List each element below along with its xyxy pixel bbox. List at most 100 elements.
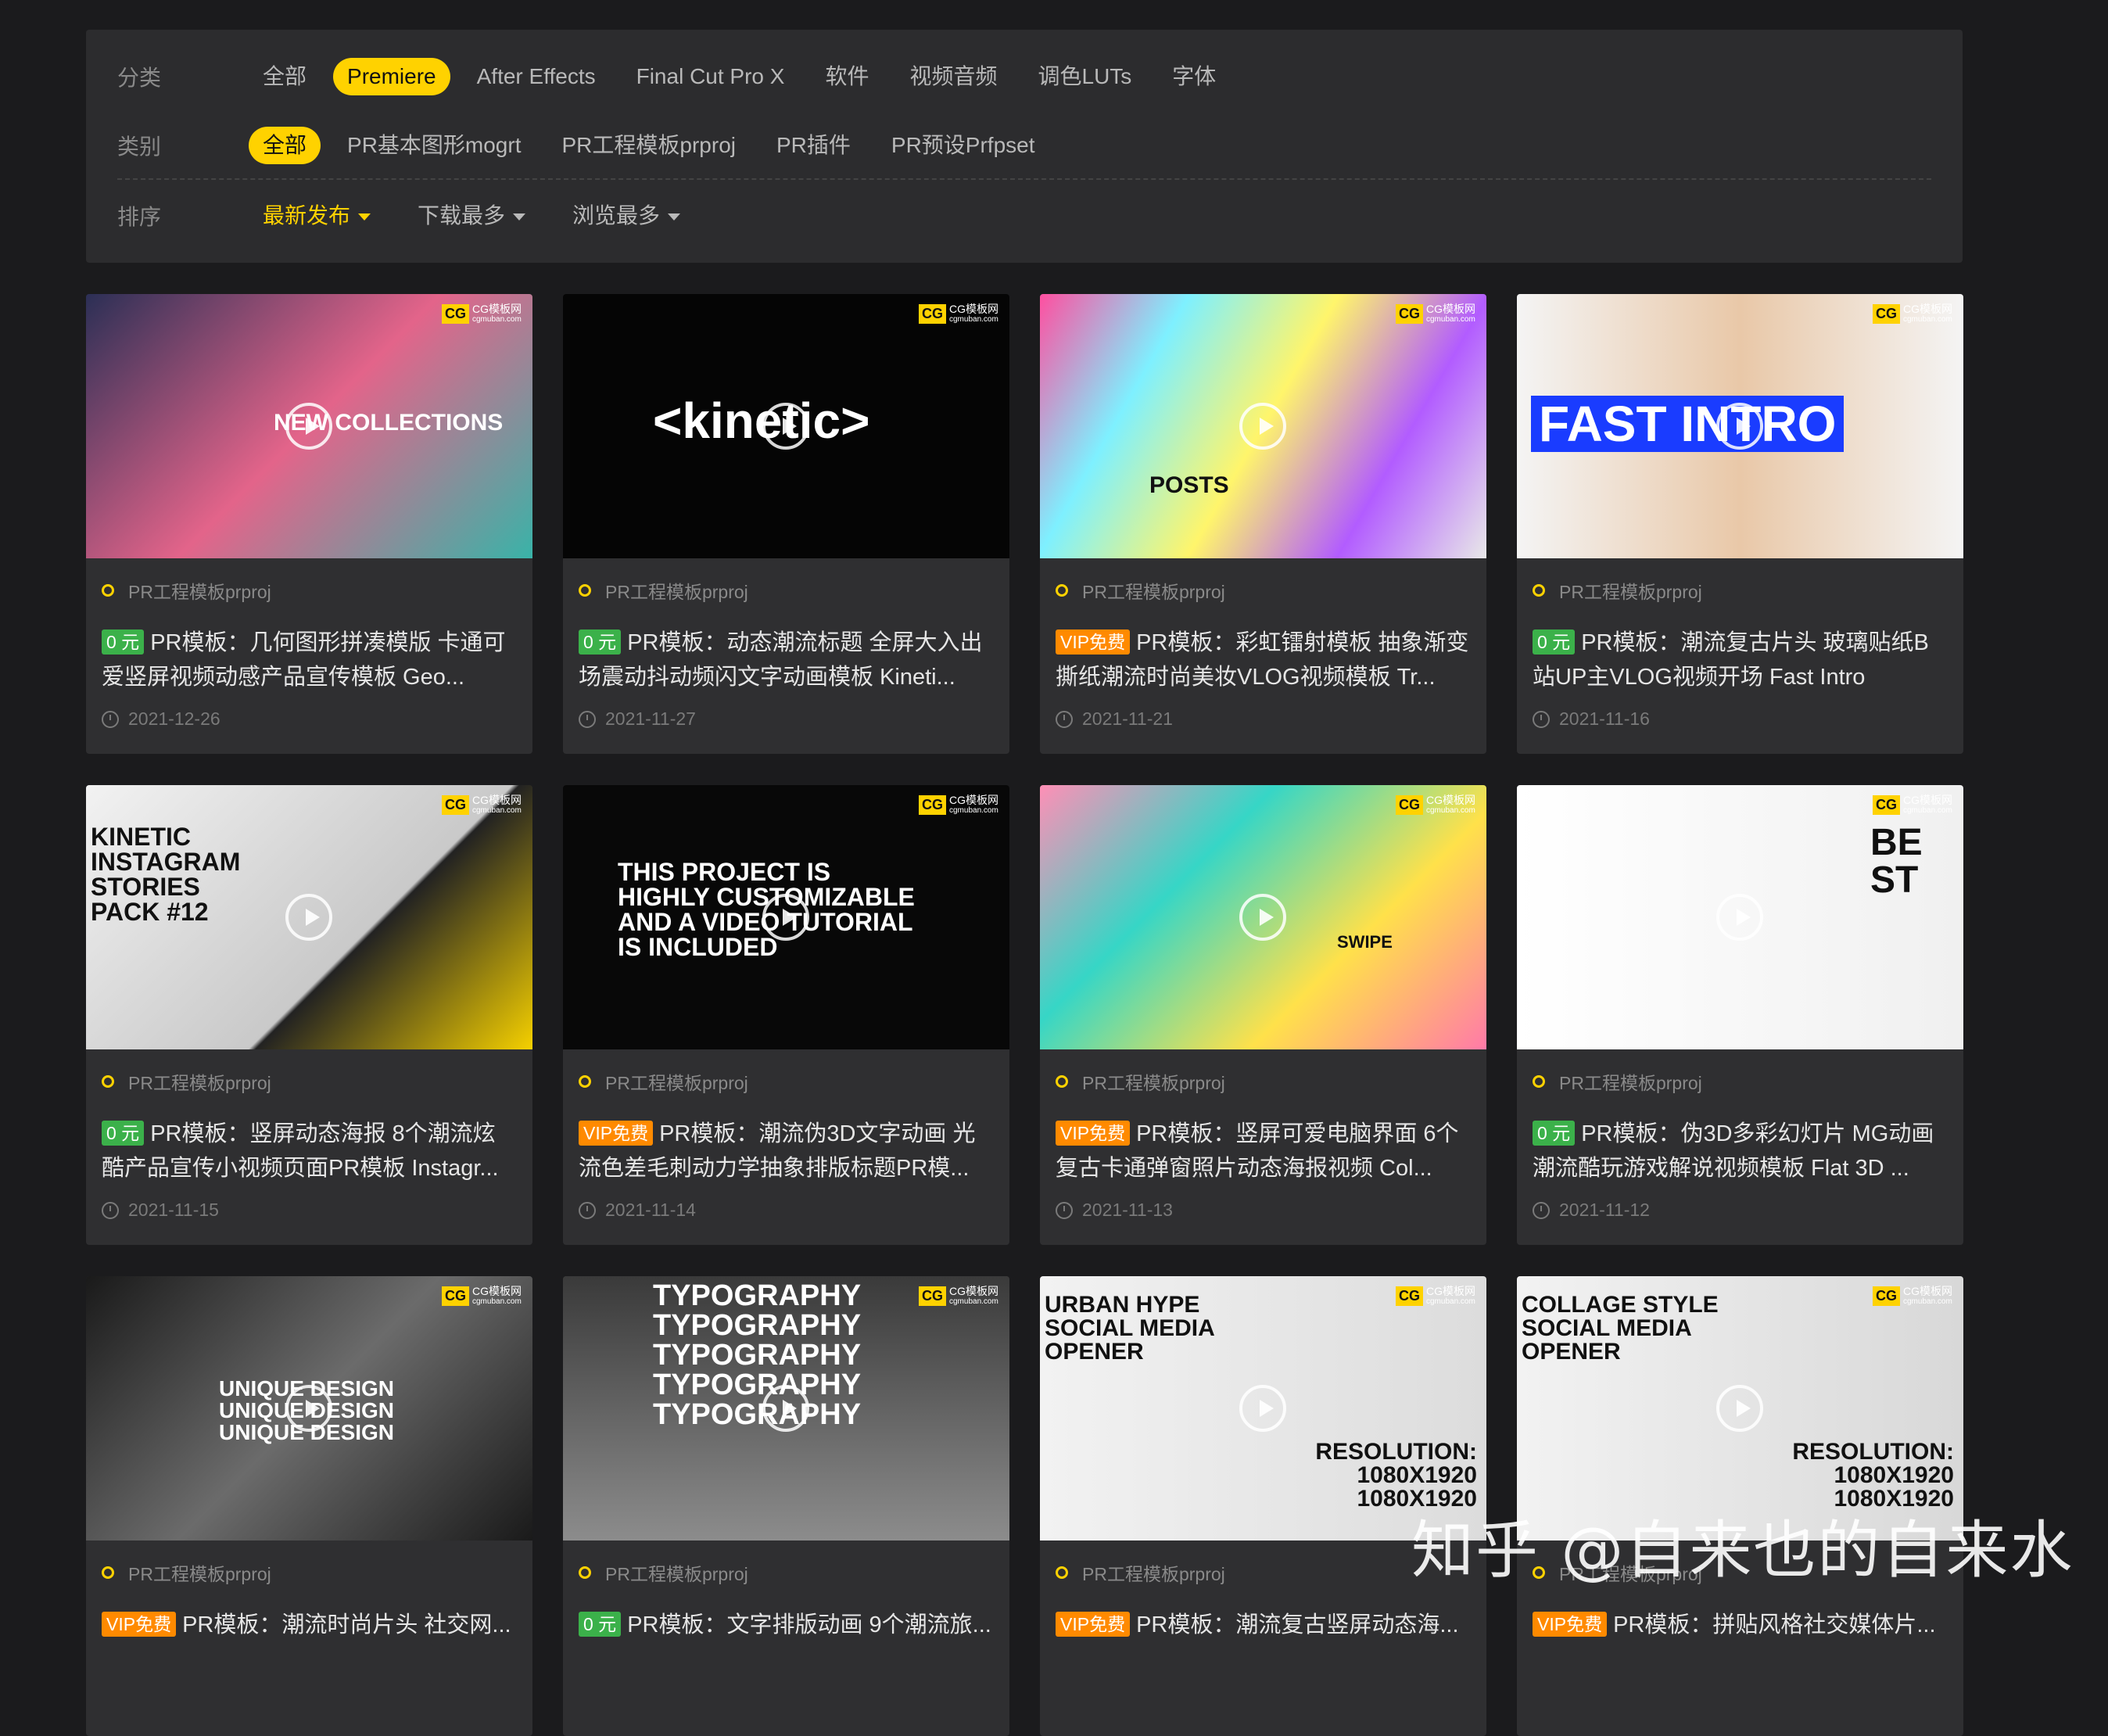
- type-option-4[interactable]: PR预设Prfpset: [877, 127, 1049, 164]
- card-title[interactable]: 0 元 PR模板：动态潮流标题 全屏大入出场震动抖动频闪文字动画模板 Kineti…: [579, 626, 993, 694]
- template-thumbnail[interactable]: <kinetic> CG CG模板网 cgmuban.com: [563, 294, 1009, 558]
- card-title[interactable]: 0 元 PR模板：几何图形拼凑模版 卡通可爱竖屏视频动感产品宣传模板 Geo...: [102, 626, 516, 694]
- logo-mark: CG: [1873, 1286, 1900, 1306]
- card-category[interactable]: PR工程模板prproj: [102, 1559, 271, 1586]
- template-card[interactable]: KINETIC INSTAGRAM STORIES PACK #12 CG CG模板…: [86, 785, 532, 1245]
- template-thumbnail[interactable]: THIS PROJECT IS HIGHLY CUSTOMIZABLE AND …: [563, 785, 1009, 1049]
- category-option-1[interactable]: Premiere: [333, 58, 450, 95]
- template-card[interactable]: FAST INTROFAST INTROCGCG模板网cgmuban.com PR…: [1517, 294, 1963, 754]
- card-title[interactable]: 0 元 PR模板：文字排版动画 9个潮流旅...: [579, 1608, 993, 1677]
- type-option-1[interactable]: PR基本图形mogrt: [333, 127, 535, 164]
- play-icon[interactable]: [285, 403, 332, 450]
- template-thumbnail[interactable]: TYPOGRAPHY TYPOGRAPHY TYPOGRAPHY TYPOGRA…: [563, 1276, 1009, 1541]
- category-option-6[interactable]: 调色LUTs: [1024, 58, 1146, 95]
- category-option-3[interactable]: Final Cut Pro X: [622, 58, 799, 95]
- template-card[interactable]: NEW COLLECTIONS CG CG模板网 cgmuban.com PR工程模板p…: [86, 294, 532, 754]
- card-title[interactable]: VIP免费 PR模板：竖屏可爱电脑界面 6个复古卡通弹窗照片动态海报视频 Col.…: [1056, 1117, 1470, 1185]
- logo-mark: CG: [442, 794, 469, 815]
- category-option-4[interactable]: 软件: [811, 58, 883, 95]
- watermark: 知乎 @自来也的自来水: [1411, 1514, 2074, 1587]
- template-thumbnail[interactable]: BE ST CG CG模板网 cgmuban.com: [1517, 785, 1963, 1049]
- card-category[interactable]: PR工程模板prproj: [579, 577, 748, 604]
- card-category[interactable]: PR工程模板prproj: [1056, 1068, 1225, 1095]
- play-icon[interactable]: [1239, 894, 1286, 941]
- category-options: 全部 Premiere After Effects Final Cut Pro X 软件…: [249, 58, 1242, 95]
- card-category[interactable]: PR工程模板prproj: [579, 1068, 748, 1095]
- category-label: PR工程模板prproj: [605, 1073, 748, 1093]
- logo-text: CG模板网 cgmuban.com: [1903, 794, 1952, 815]
- card-title[interactable]: VIP免费 PR模板：潮流伪3D文字动画 光流色差毛刺动力学抽象排版标题PR模..…: [579, 1117, 993, 1185]
- card-title[interactable]: 0 元 PR模板：潮流复古片头 玻璃贴纸B站UP主VLOG视频开场 Fast In…: [1533, 626, 1947, 694]
- play-icon[interactable]: [1716, 403, 1763, 450]
- template-thumbnail[interactable]: SWIPE CG CG模板网 cgmuban.com: [1040, 785, 1486, 1049]
- category-option-2[interactable]: After Effects: [463, 58, 610, 95]
- play-icon[interactable]: [285, 894, 332, 941]
- filter-label-category: 分类: [117, 66, 162, 90]
- type-option-0[interactable]: 全部: [249, 127, 321, 164]
- card-title-text: PR模板：潮流时尚片头 社交网...: [182, 1612, 511, 1637]
- card-title[interactable]: 0 元 PR模板：伪3D多彩幻灯片 MG动画潮流酷玩游戏解说视频模板 Flat 3…: [1533, 1117, 1947, 1185]
- card-date: 2021-11-12: [1533, 1200, 1650, 1221]
- logo-text: CG模板网 cgmuban.com: [1426, 303, 1475, 324]
- thumbnail-text: KINETIC INSTAGRAM STORIES PACK #12: [91, 823, 241, 926]
- template-card[interactable]: THIS PROJECT IS HIGHLY CUSTOMIZABLE AND …: [563, 785, 1009, 1245]
- card-title[interactable]: VIP免费 PR模板：拼贴风格社交媒体片...: [1533, 1608, 1947, 1677]
- template-card[interactable]: UNIQUE DESIGN UNIQUE DESIGN UNIQUE DESIG…: [86, 1276, 532, 1736]
- template-card[interactable]: <kinetic> CG CG模板网 cgmuban.com PR工程模板prproj 0…: [563, 294, 1009, 754]
- date-text: 2021-11-15: [128, 1200, 219, 1220]
- play-icon[interactable]: [1716, 894, 1763, 941]
- template-thumbnail[interactable]: POSTS CG CG模板网 cgmuban.com: [1040, 294, 1486, 558]
- price-badge: VIP免费: [1533, 1612, 1608, 1637]
- card-category[interactable]: PR工程模板prproj: [1056, 577, 1225, 604]
- logo-url: cgmuban.com: [949, 1297, 998, 1307]
- card-title[interactable]: VIP免费 PR模板：彩虹镭射模板 抽象渐变撕纸潮流时尚美妆VLOG视频模板 Tr…: [1056, 626, 1470, 694]
- template-card[interactable]: SWIPE CG CG模板网 cgmuban.com PR工程模板prproj VIP免费…: [1040, 785, 1486, 1245]
- template-thumbnail[interactable]: KINETIC INSTAGRAM STORIES PACK #12 CG CG模板…: [86, 785, 532, 1049]
- template-card[interactable]: BE ST CG CG模板网 cgmuban.com PR工程模板prproj 0 元 PR…: [1517, 785, 1963, 1245]
- card-category[interactable]: PR工程模板prproj: [1533, 1068, 1702, 1095]
- category-option-5[interactable]: 视频音频: [895, 58, 1011, 95]
- card-category[interactable]: PR工程模板prproj: [579, 1559, 748, 1586]
- category-option-7[interactable]: 字体: [1158, 58, 1230, 95]
- clock-icon: [1533, 1201, 1550, 1219]
- logo-url: cgmuban.com: [1426, 315, 1475, 325]
- logo-mark: CG: [919, 794, 946, 815]
- play-icon[interactable]: [762, 1385, 809, 1432]
- type-option-3[interactable]: PR插件: [762, 127, 865, 164]
- card-date: 2021-11-16: [1533, 708, 1650, 730]
- logo-url: cgmuban.com: [1426, 806, 1475, 816]
- filter-label-type: 类别: [117, 135, 162, 159]
- play-icon[interactable]: [1716, 1385, 1763, 1432]
- logo-mark: CG: [1873, 303, 1900, 324]
- logo-text: CG模板网 cgmuban.com: [949, 794, 998, 815]
- play-icon[interactable]: [1239, 403, 1286, 450]
- card-title[interactable]: VIP免费 PR模板：潮流时尚片头 社交网...: [102, 1608, 516, 1677]
- type-option-2[interactable]: PR工程模板prproj: [548, 127, 750, 164]
- template-card[interactable]: POSTS CG CG模板网 cgmuban.com PR工程模板prproj VIP免费…: [1040, 294, 1486, 754]
- play-icon[interactable]: [762, 894, 809, 941]
- play-icon[interactable]: [1239, 1385, 1286, 1432]
- template-thumbnail[interactable]: UNIQUE DESIGN UNIQUE DESIGN UNIQUE DESIG…: [86, 1276, 532, 1541]
- category-option-0[interactable]: 全部: [249, 58, 321, 95]
- price-badge: 0 元: [579, 1612, 622, 1637]
- template-thumbnail[interactable]: NEW COLLECTIONS CG CG模板网 cgmuban.com: [86, 294, 532, 558]
- play-icon[interactable]: [762, 403, 809, 450]
- category-label: PR工程模板prproj: [1082, 582, 1225, 602]
- template-thumbnail[interactable]: FAST INTROFAST INTROCGCG模板网cgmuban.com: [1517, 294, 1963, 558]
- sort-option-0[interactable]: 最新发布: [249, 197, 385, 235]
- card-title-text: PR模板：文字排版动画 9个潮流旅...: [627, 1612, 991, 1637]
- card-title[interactable]: 0 元 PR模板：竖屏动态海报 8个潮流炫酷产品宣传小视频页面PR模板 Insta…: [102, 1117, 516, 1185]
- sort-option-1[interactable]: 下载最多: [403, 197, 540, 235]
- card-title-text: PR模板：动态潮流标题 全屏大入出场震动抖动频闪文字动画模板 Kineti...: [579, 630, 983, 690]
- brand-logo: CG CG模板网 cgmuban.com: [1396, 303, 1475, 324]
- category-label: PR工程模板prproj: [1082, 1564, 1225, 1584]
- card-category[interactable]: PR工程模板prproj: [102, 577, 271, 604]
- play-icon[interactable]: [285, 1385, 332, 1432]
- card-category[interactable]: PR工程模板prproj: [102, 1068, 271, 1095]
- card-category[interactable]: PR工程模板prproj: [1533, 577, 1702, 604]
- category-dot-icon: [102, 1075, 114, 1088]
- card-category[interactable]: PR工程模板prproj: [1056, 1559, 1225, 1586]
- card-title[interactable]: VIP免费 PR模板：潮流复古竖屏动态海...: [1056, 1608, 1470, 1677]
- template-card[interactable]: TYPOGRAPHY TYPOGRAPHY TYPOGRAPHY TYPOGRA…: [563, 1276, 1009, 1736]
- sort-option-2[interactable]: 浏览最多: [558, 197, 694, 235]
